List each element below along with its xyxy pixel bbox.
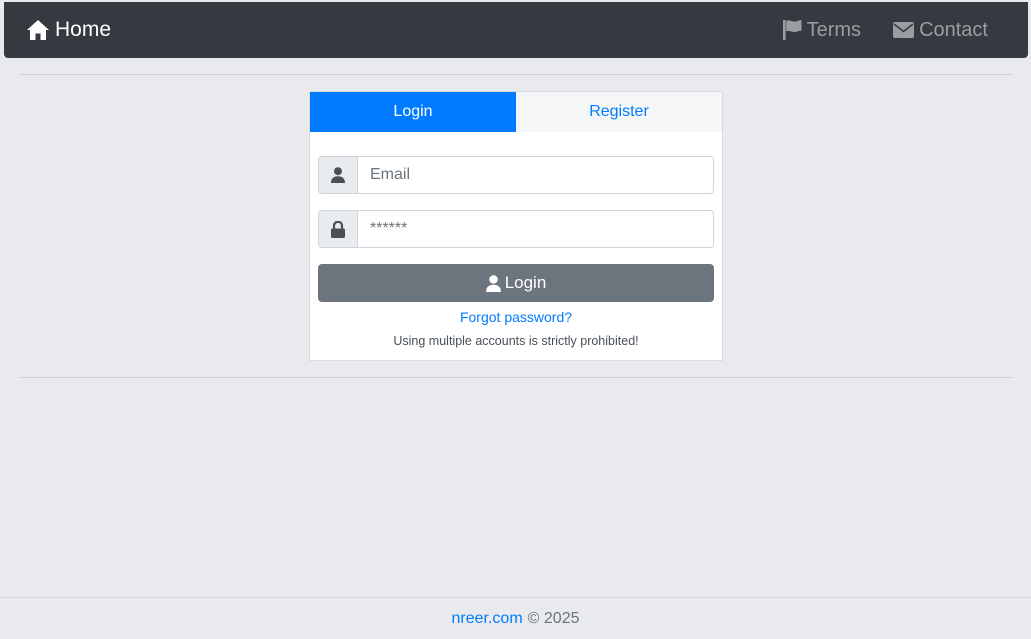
login-button-label: Login: [504, 273, 547, 292]
contact-link-label: Contact: [919, 18, 988, 41]
email-input-group: [318, 156, 714, 194]
login-button[interactable]: Login: [318, 264, 714, 302]
contact-link[interactable]: Contact: [893, 19, 988, 42]
home-icon: [27, 20, 49, 40]
user-icon: [331, 167, 345, 183]
top-divider: [19, 74, 1013, 75]
password-field[interactable]: [358, 211, 713, 247]
home-link[interactable]: Home: [26, 18, 111, 42]
user-icon: [485, 274, 501, 292]
tab-login[interactable]: Login: [310, 92, 516, 132]
password-input-group: [318, 210, 714, 248]
site-link[interactable]: nreer.com: [452, 610, 523, 628]
forgot-password-link[interactable]: Forgot password?: [310, 309, 722, 325]
email-addon: [319, 157, 358, 193]
terms-link-label: Terms: [806, 18, 862, 41]
auth-tabs: Login Register: [310, 92, 722, 132]
multiple-accounts-notice: Using multiple accounts is strictly proh…: [393, 334, 639, 348]
auth-card: Login Register Login Forgot password? Us…: [309, 91, 723, 361]
bottom-divider: [19, 377, 1013, 378]
footer: nreer.com © 2025: [0, 597, 1031, 639]
tab-register[interactable]: Register: [516, 92, 722, 132]
envelope-icon: [893, 22, 915, 38]
email-field[interactable]: [358, 157, 713, 193]
home-link-label: Home: [55, 18, 112, 41]
lock-icon: [331, 220, 345, 238]
terms-link[interactable]: Terms: [782, 18, 862, 42]
flag-icon: [782, 20, 802, 40]
password-addon: [319, 211, 358, 247]
copyright-text: © 2025: [527, 609, 580, 627]
nav-links: Terms Contact: [782, 18, 1006, 42]
top-navbar: Home Terms Contact: [4, 2, 1028, 58]
